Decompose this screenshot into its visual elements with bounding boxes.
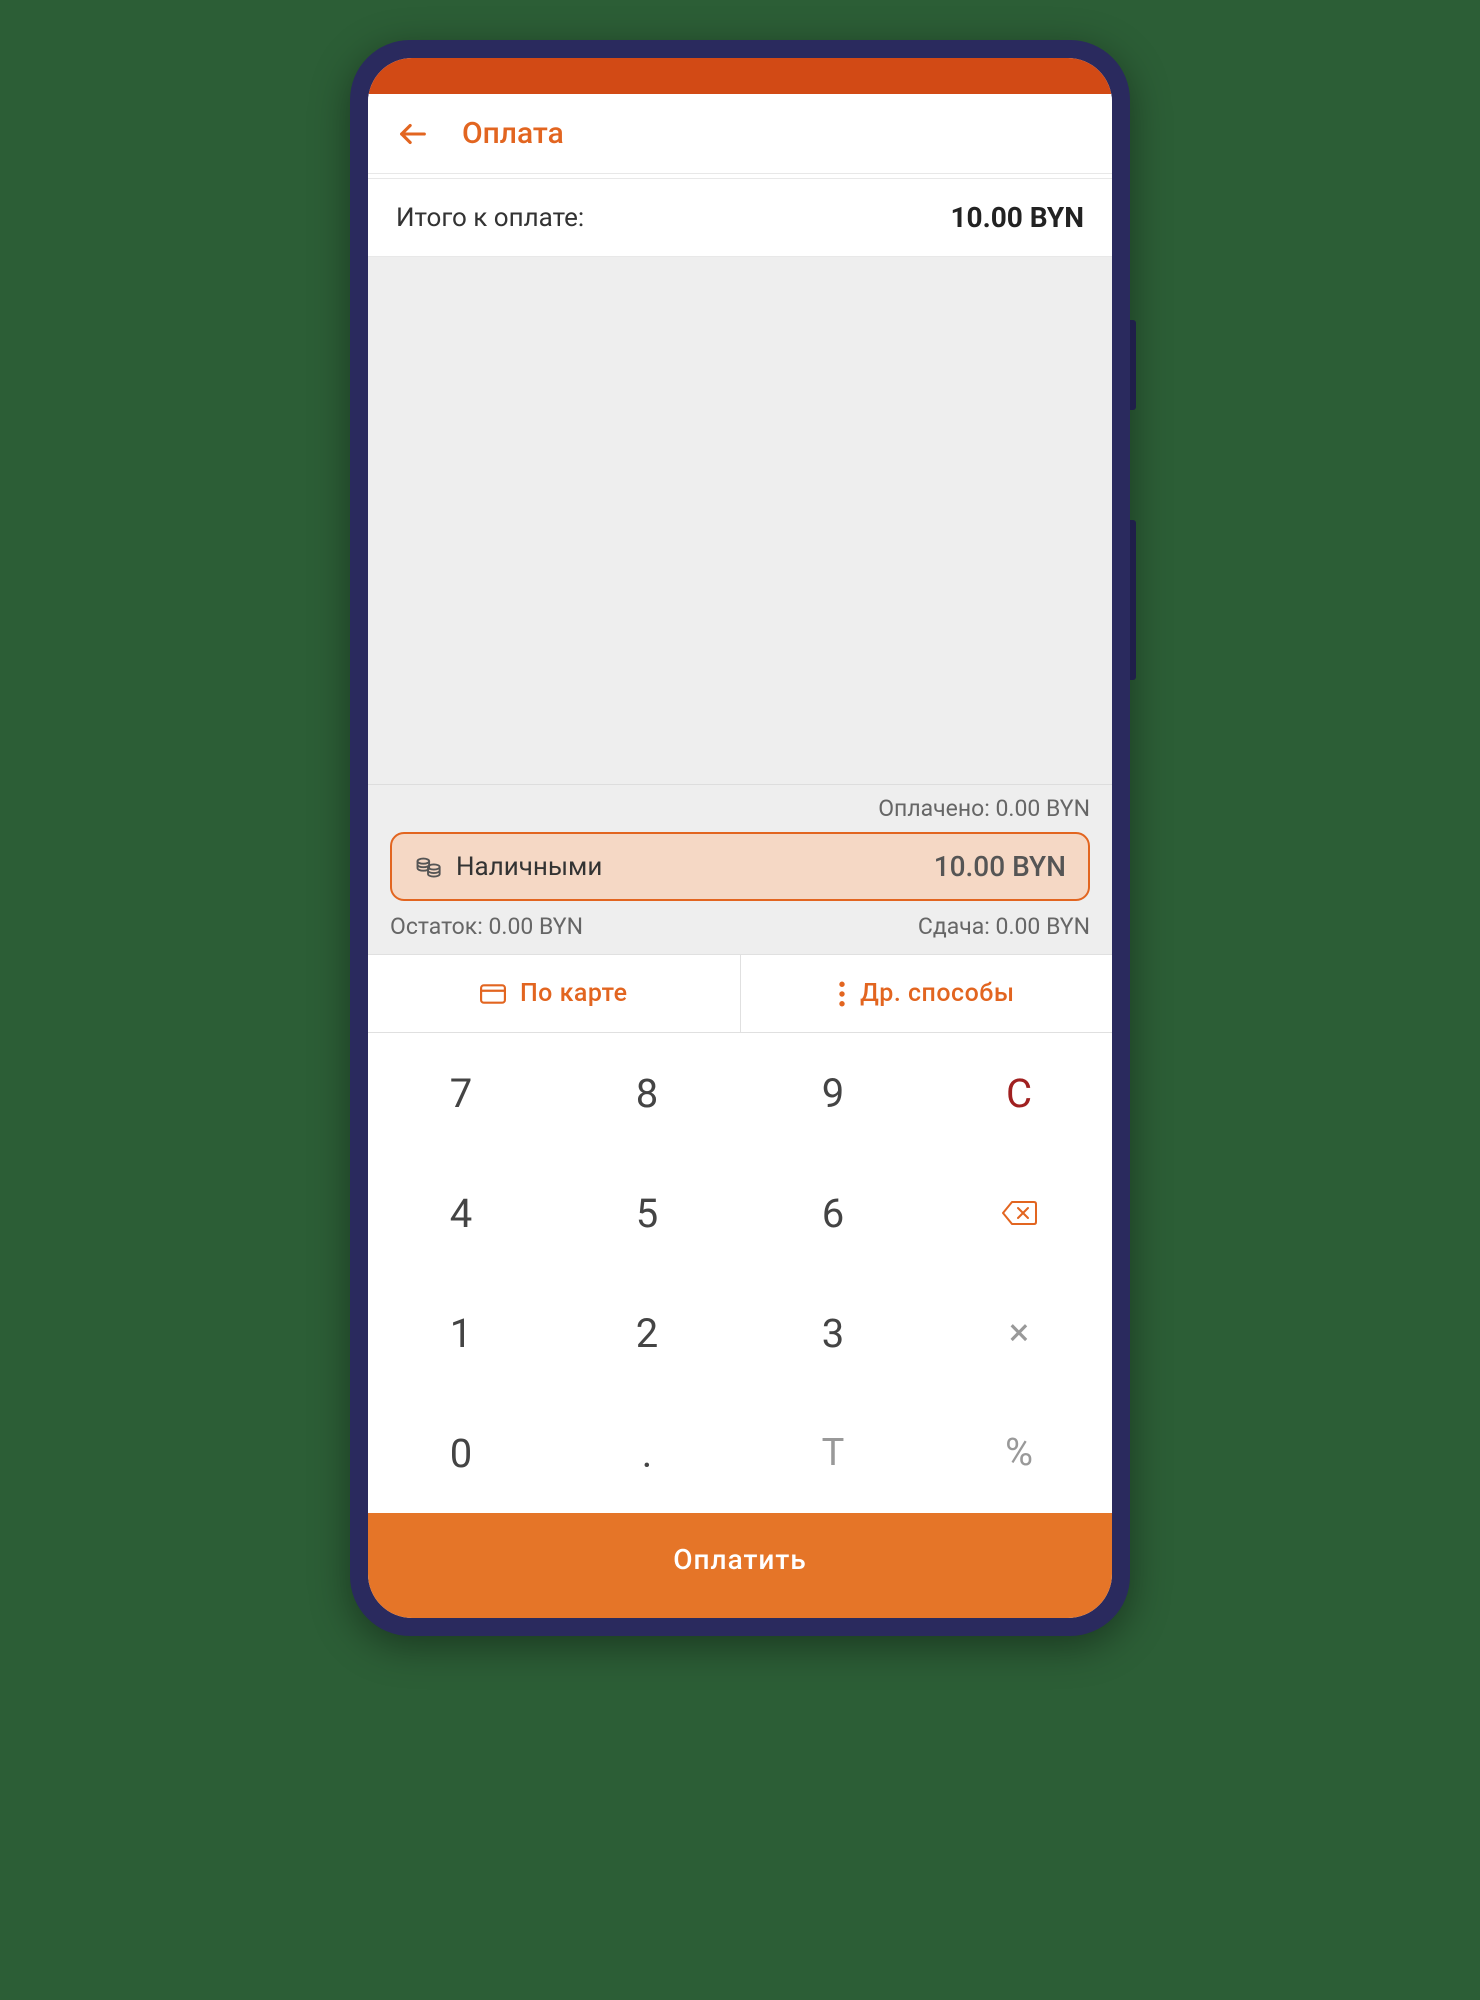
key-clear[interactable]: C: [926, 1033, 1112, 1153]
pay-by-card-button[interactable]: По карте: [368, 955, 740, 1032]
page-title: Оплата: [462, 116, 564, 151]
status-bar: [368, 58, 1112, 94]
other-methods-button[interactable]: Др. способы: [740, 955, 1113, 1032]
backspace-icon: [1001, 1199, 1037, 1227]
key-3[interactable]: 3: [740, 1273, 926, 1393]
phone-frame: Оплата Итого к оплате: 10.00 BYN Оплачен…: [350, 40, 1130, 1636]
key-4[interactable]: 4: [368, 1153, 554, 1273]
key-5[interactable]: 5: [554, 1153, 740, 1273]
more-vertical-icon: [838, 981, 846, 1007]
phone-side-button: [1130, 520, 1136, 680]
payment-block: Оплачено: 0.00 BYN Наличными 10.00 BYN: [368, 784, 1112, 954]
cash-amount: 10.00 BYN: [934, 850, 1066, 883]
key-multiply[interactable]: ×: [926, 1273, 1112, 1393]
remaining-label: Остаток: 0.00 BYN: [390, 913, 583, 940]
card-button-label: По карте: [520, 979, 628, 1008]
pay-button[interactable]: Оплатить: [368, 1513, 1112, 1618]
phone-side-button: [1130, 320, 1136, 410]
key-8[interactable]: 8: [554, 1033, 740, 1153]
pay-button-label: Оплатить: [673, 1543, 806, 1576]
other-button-label: Др. способы: [860, 979, 1014, 1008]
key-1[interactable]: 1: [368, 1273, 554, 1393]
paid-label: Оплачено: 0.00 BYN: [390, 795, 1090, 822]
key-0[interactable]: 0: [368, 1393, 554, 1513]
coins-icon: [414, 853, 442, 881]
payment-methods-row: По карте Др. способы: [368, 954, 1112, 1033]
key-dot[interactable]: .: [554, 1393, 740, 1513]
total-row: Итого к оплате: 10.00 BYN: [368, 178, 1112, 257]
key-9[interactable]: 9: [740, 1033, 926, 1153]
key-t[interactable]: T: [740, 1393, 926, 1513]
empty-area: [368, 257, 1112, 784]
card-icon: [480, 984, 506, 1004]
change-label: Сдача: 0.00 BYN: [918, 913, 1090, 940]
key-2[interactable]: 2: [554, 1273, 740, 1393]
key-6[interactable]: 6: [740, 1153, 926, 1273]
total-value: 10.00 BYN: [950, 201, 1084, 234]
total-label: Итого к оплате:: [396, 203, 584, 233]
cash-payment-input[interactable]: Наличными 10.00 BYN: [390, 832, 1090, 901]
back-arrow-icon[interactable]: [396, 117, 430, 151]
app-header: Оплата: [368, 94, 1112, 174]
cash-label: Наличными: [456, 852, 920, 882]
key-7[interactable]: 7: [368, 1033, 554, 1153]
numeric-keypad: 7 8 9 C 4 5 6 1 2 3 × 0 .: [368, 1033, 1112, 1513]
key-backspace[interactable]: [926, 1153, 1112, 1273]
screen: Оплата Итого к оплате: 10.00 BYN Оплачен…: [368, 58, 1112, 1618]
key-percent[interactable]: %: [926, 1393, 1112, 1513]
balance-row: Остаток: 0.00 BYN Сдача: 0.00 BYN: [390, 913, 1090, 940]
